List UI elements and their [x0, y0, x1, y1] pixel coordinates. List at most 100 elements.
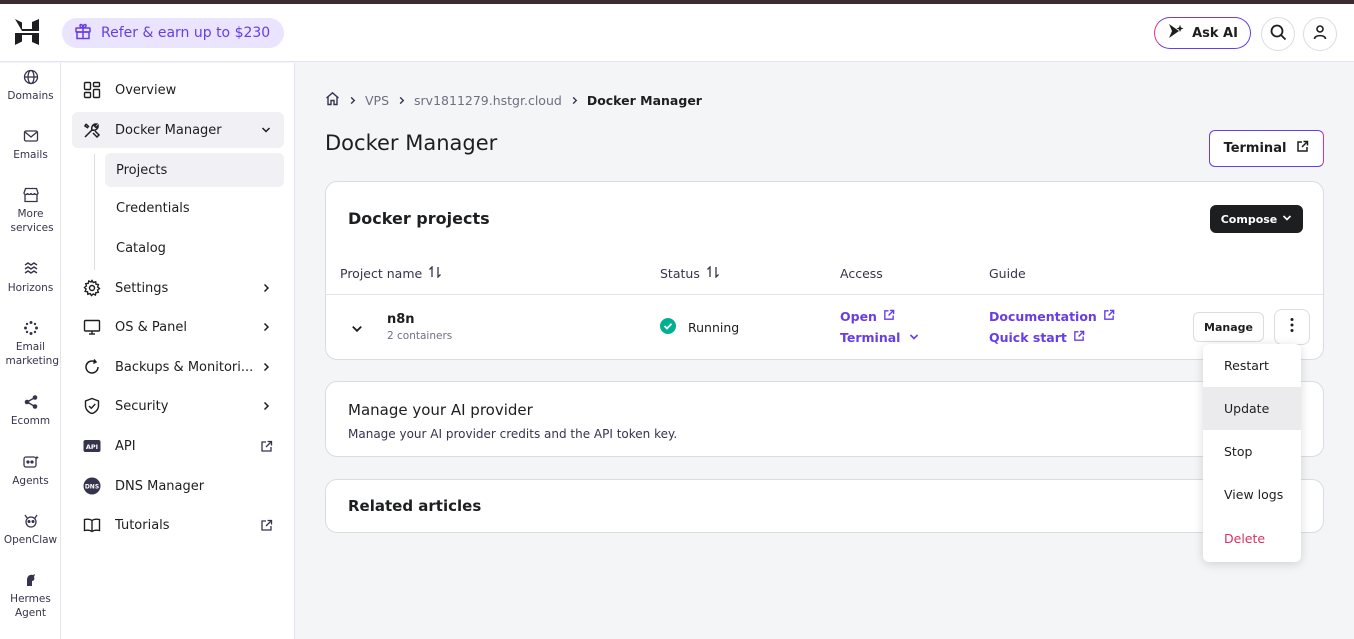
breadcrumb-server[interactable]: srv1811279.hstgr.cloud — [414, 93, 562, 108]
rail-item-more-services[interactable]: More services — [0, 187, 61, 235]
sidebar-label: Backups & Monitori... — [115, 359, 254, 375]
menu-item-stop[interactable]: Stop — [1203, 430, 1301, 473]
rail-label: Domains — [7, 90, 54, 102]
menu-item-view-logs[interactable]: View logs — [1203, 473, 1301, 516]
rail-item-agents[interactable]: Agents — [0, 454, 61, 488]
sidebar-item-backups-monitoring[interactable]: Backups & Monitori... — [72, 349, 284, 385]
sidebar-item-overview[interactable]: Overview — [72, 72, 284, 108]
hermes-icon — [26, 574, 35, 586]
external-link-icon — [1296, 140, 1309, 157]
expand-row-icon[interactable] — [351, 320, 363, 339]
card-title: Manage your AI provider — [348, 401, 533, 419]
hostinger-logo-icon[interactable] — [14, 18, 40, 46]
quick-start-link[interactable]: Quick start — [989, 330, 1085, 345]
rail-item-horizons[interactable]: Horizons — [0, 261, 61, 295]
sidebar-item-api[interactable]: API API — [72, 428, 284, 464]
rail-item-email-marketing[interactable]: Email marketing — [0, 320, 61, 368]
sidebar-subitem-projects[interactable]: Projects — [105, 153, 284, 187]
sidebar-label: DNS Manager — [115, 478, 205, 494]
home-icon[interactable] — [325, 91, 340, 109]
globe-icon — [23, 69, 38, 85]
terminal-button[interactable]: Terminal — [1209, 130, 1324, 167]
left-rail: Domains Emails More services Horizons Em… — [0, 63, 61, 639]
sidebar-label: OS & Panel — [115, 319, 187, 335]
page-title: Docker Manager — [325, 131, 498, 155]
rail-item-openclaw[interactable]: OpenClaw — [0, 513, 61, 547]
sidebar-item-security[interactable]: Security — [72, 388, 284, 424]
gift-icon — [74, 22, 92, 44]
more-actions-button[interactable] — [1274, 309, 1310, 345]
related-articles-card[interactable]: Related articles — [325, 479, 1324, 533]
search-button[interactable] — [1261, 17, 1295, 51]
sidebar-subitem-credentials[interactable]: Credentials — [105, 191, 284, 225]
external-link-icon — [258, 517, 274, 533]
svg-text:API: API — [86, 443, 98, 451]
rail-item-domains[interactable]: Domains — [0, 69, 61, 103]
account-button[interactable] — [1303, 17, 1337, 51]
sidebar-subitem-catalog[interactable]: Catalog — [105, 231, 284, 265]
rail-label: Hermes Agent — [10, 593, 51, 619]
share-nodes-icon — [24, 395, 37, 409]
email-marketing-icon — [23, 321, 38, 335]
open-link[interactable]: Open — [840, 309, 895, 324]
manage-button[interactable]: Manage — [1193, 312, 1264, 342]
sidebar-label: Docker Manager — [115, 122, 222, 138]
status-badge: Running — [660, 318, 739, 337]
mail-icon — [23, 130, 38, 142]
chevron-right-icon — [570, 93, 579, 108]
main-content: VPS srv1811279.hstgr.cloud Docker Manage… — [296, 63, 1354, 639]
sort-icon — [706, 265, 720, 281]
menu-item-delete[interactable]: Delete — [1203, 517, 1301, 560]
sidebar-item-settings[interactable]: Settings — [72, 270, 284, 306]
sidebar-item-tutorials[interactable]: Tutorials — [72, 507, 284, 543]
compose-label: Compose — [1220, 212, 1278, 226]
card-title: Related articles — [348, 497, 482, 515]
api-icon: API — [82, 436, 102, 456]
sidebar-item-dns-manager[interactable]: DNS DNS Manager — [72, 468, 284, 504]
svg-text:DNS: DNS — [85, 483, 99, 490]
external-link-icon — [1073, 330, 1085, 345]
ask-ai-button[interactable]: Ask AI — [1154, 17, 1251, 49]
project-actions-menu: Restart Update Stop View logs Delete — [1203, 344, 1301, 562]
column-label: Access — [840, 266, 883, 281]
column-header-access: Access — [840, 266, 883, 281]
menu-item-update[interactable]: Update — [1203, 387, 1301, 430]
rail-item-emails[interactable]: Emails — [0, 128, 61, 162]
sort-icon — [428, 265, 442, 281]
column-header-status[interactable]: Status — [660, 265, 720, 281]
column-label: Project name — [340, 266, 423, 281]
external-link-icon — [258, 438, 274, 454]
compose-button[interactable]: Compose — [1210, 205, 1303, 233]
link-label: Terminal — [840, 330, 901, 345]
search-icon — [1270, 24, 1287, 45]
chevron-down-icon — [909, 330, 919, 345]
rail-item-hermes-agent[interactable]: Hermes Agent — [0, 572, 61, 620]
menu-item-restart[interactable]: Restart — [1203, 344, 1301, 387]
user-icon — [1312, 24, 1328, 44]
status-text: Running — [688, 320, 740, 335]
chevron-right-icon — [258, 280, 274, 296]
sparkle-icon — [1167, 23, 1185, 43]
rail-item-ecomm[interactable]: Ecomm — [0, 394, 61, 428]
chevron-down-icon — [1282, 213, 1292, 226]
documentation-link[interactable]: Documentation — [989, 309, 1115, 324]
ai-provider-card[interactable]: Manage your AI provider Manage your AI p… — [325, 381, 1324, 457]
check-circle-icon — [660, 318, 676, 337]
column-header-project-name[interactable]: Project name — [340, 265, 442, 281]
sidebar-label: Settings — [115, 280, 169, 296]
sidebar-label: Tutorials — [115, 517, 170, 533]
refer-earn-label: Refer & earn up to $230 — [101, 25, 271, 41]
sidebar-item-os-panel[interactable]: OS & Panel — [72, 309, 284, 345]
sidebar-label: Security — [115, 398, 169, 414]
card-subtitle: Manage your AI provider credits and the … — [348, 427, 678, 441]
chevron-right-icon — [397, 93, 406, 108]
column-header-guide: Guide — [989, 266, 1026, 281]
terminal-dropdown-link[interactable]: Terminal — [840, 330, 919, 345]
table-divider — [326, 294, 1323, 295]
rail-label: Ecomm — [10, 415, 51, 427]
breadcrumb-vps[interactable]: VPS — [365, 93, 389, 108]
dns-icon: DNS — [82, 476, 102, 496]
sidebar-item-docker-manager[interactable]: Docker Manager — [72, 112, 284, 148]
column-label: Status — [660, 266, 700, 281]
refer-earn-button[interactable]: Refer & earn up to $230 — [62, 18, 285, 48]
